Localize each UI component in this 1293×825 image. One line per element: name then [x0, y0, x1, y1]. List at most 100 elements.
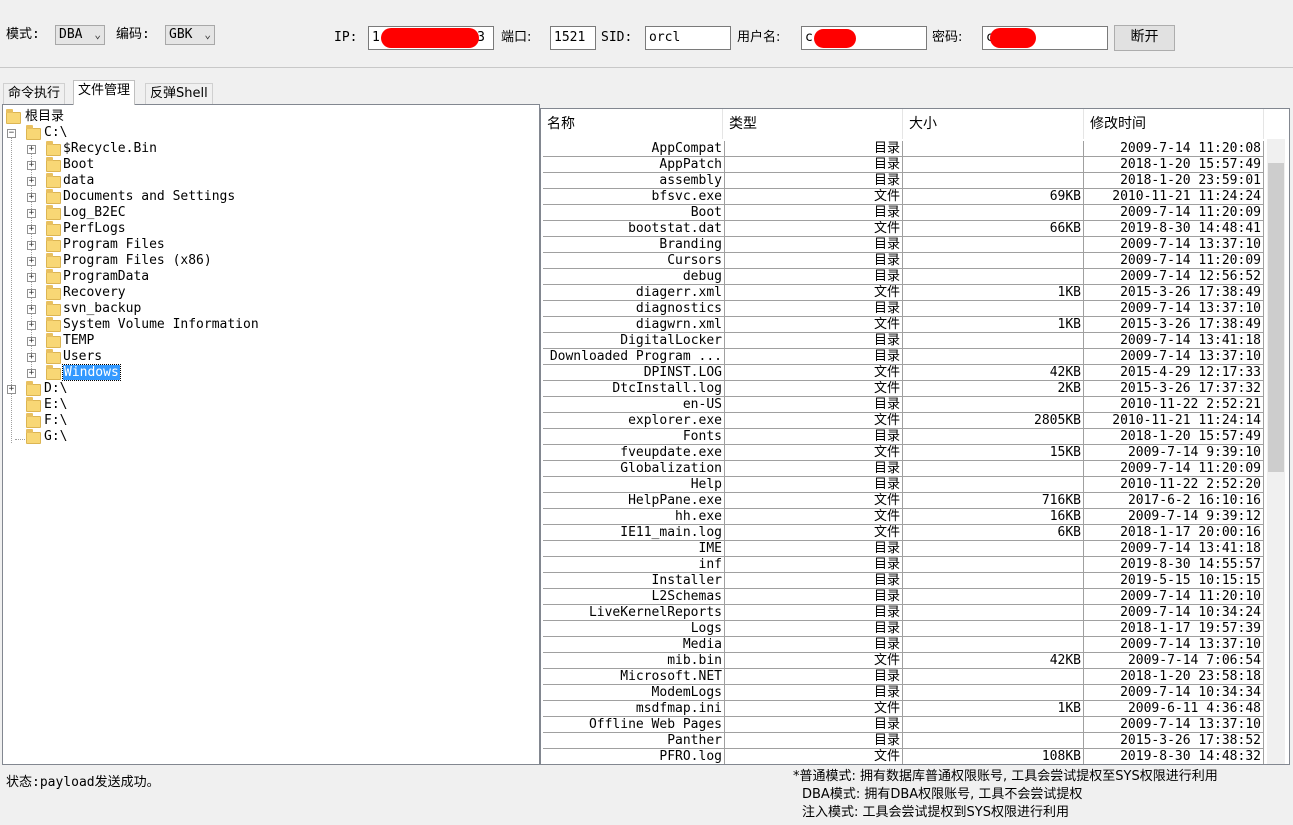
file-row[interactable]: en-US 目录 2010-11-22 2:52:21	[543, 397, 1264, 413]
expand-icon[interactable]: +	[27, 289, 36, 298]
vertical-scrollbar[interactable]	[1267, 139, 1285, 764]
file-modified-cell: 2009-7-14 11:20:09	[1084, 253, 1264, 269]
file-row[interactable]: bfsvc.exe 文件 69KB 2010-11-21 11:24:24	[543, 189, 1264, 205]
expand-icon[interactable]: +	[27, 321, 36, 330]
expand-icon[interactable]: +	[27, 337, 36, 346]
file-modified-cell: 2010-11-22 2:52:20	[1084, 477, 1264, 493]
file-row[interactable]: diagnostics 目录 2009-7-14 13:37:10	[543, 301, 1264, 317]
file-name-cell: Installer	[543, 573, 725, 589]
file-row[interactable]: AppCompat 目录 2009-7-14 11:20:08	[543, 141, 1264, 157]
file-row[interactable]: AppPatch 目录 2018-1-20 15:57:49	[543, 157, 1264, 173]
tab-command-exec[interactable]: 命令执行	[3, 83, 66, 104]
file-size-cell	[903, 621, 1084, 637]
file-type-cell: 目录	[725, 253, 903, 269]
file-row[interactable]: Help 目录 2010-11-22 2:52:20	[543, 477, 1264, 493]
port-input[interactable]: 1521	[550, 26, 596, 50]
file-row[interactable]: Microsoft.NET 目录 2018-1-20 23:58:18	[543, 669, 1264, 685]
password-input[interactable]: c	[982, 26, 1108, 50]
column-header-size[interactable]: 大小	[903, 109, 1084, 139]
file-row[interactable]: diagerr.xml 文件 1KB 2015-3-26 17:38:49	[543, 285, 1264, 301]
file-type-cell: 文件	[725, 749, 903, 764]
file-name-cell: L2Schemas	[543, 589, 725, 605]
file-type-cell: 目录	[725, 589, 903, 605]
file-row[interactable]: Globalization 目录 2009-7-14 11:20:09	[543, 461, 1264, 477]
expand-icon[interactable]: +	[27, 177, 36, 186]
tab-file-manager[interactable]: 文件管理	[73, 80, 136, 105]
tab-reverse-shell[interactable]: 反弹Shell	[145, 83, 213, 104]
expand-icon[interactable]: +	[27, 193, 36, 202]
expand-icon[interactable]: +	[27, 161, 36, 170]
file-row[interactable]: IE11_main.log 文件 6KB 2018-1-17 20:00:16	[543, 525, 1264, 541]
file-name-cell: Globalization	[543, 461, 725, 477]
expand-icon[interactable]: +	[7, 385, 16, 394]
file-row[interactable]: debug 目录 2009-7-14 12:56:52	[543, 269, 1264, 285]
file-row[interactable]: Downloaded Program ... 目录 2009-7-14 13:37:…	[543, 349, 1264, 365]
file-row[interactable]: L2Schemas 目录 2009-7-14 11:20:10	[543, 589, 1264, 605]
folder-icon	[46, 141, 61, 156]
expand-icon[interactable]: +	[27, 241, 36, 250]
ip-value-start: 1	[372, 30, 380, 45]
file-row[interactable]: DtcInstall.log 文件 2KB 2015-3-26 17:37:32	[543, 381, 1264, 397]
file-name-cell: Help	[543, 477, 725, 493]
chevron-down-icon: ⌄	[204, 28, 211, 41]
file-type-cell: 目录	[725, 205, 903, 221]
file-row[interactable]: Fonts 目录 2018-1-20 15:57:49	[543, 429, 1264, 445]
file-row[interactable]: Offline Web Pages 目录 2009-7-14 13:37:10	[543, 717, 1264, 733]
expand-icon[interactable]: +	[27, 273, 36, 282]
expand-icon[interactable]: +	[27, 257, 36, 266]
expand-icon[interactable]: +	[27, 225, 36, 234]
file-row[interactable]: hh.exe 文件 16KB 2009-7-14 9:39:12	[543, 509, 1264, 525]
file-row[interactable]: inf 目录 2019-8-30 14:55:57	[543, 557, 1264, 573]
disconnect-button[interactable]: 断开	[1114, 25, 1175, 51]
file-list[interactable]: 名称 类型 大小 修改时间 AppCompat 目录 2009-7-14 11:20…	[540, 108, 1290, 765]
file-row[interactable]: PFRO.log 文件 108KB 2019-8-30 14:48:32	[543, 749, 1264, 764]
file-row[interactable]: Installer 目录 2019-5-15 10:15:15	[543, 573, 1264, 589]
mode-select[interactable]: DBA ⌄	[55, 25, 105, 45]
file-row[interactable]: Panther 目录 2015-3-26 17:38:52	[543, 733, 1264, 749]
file-row[interactable]: DigitalLocker 目录 2009-7-14 13:41:18	[543, 333, 1264, 349]
encoding-select[interactable]: GBK ⌄	[165, 25, 215, 45]
ip-input[interactable]: 1 3	[368, 26, 494, 50]
file-row[interactable]: assembly 目录 2018-1-20 23:59:01	[543, 173, 1264, 189]
toolbar-separator	[0, 67, 1293, 68]
file-row[interactable]: Media 目录 2009-7-14 13:37:10	[543, 637, 1264, 653]
username-input[interactable]: c	[801, 26, 927, 50]
file-row[interactable]: IME 目录 2009-7-14 13:41:18	[543, 541, 1264, 557]
file-type-cell: 文件	[725, 317, 903, 333]
expand-icon[interactable]: +	[27, 353, 36, 362]
file-row[interactable]: Branding 目录 2009-7-14 13:37:10	[543, 237, 1264, 253]
file-row[interactable]: HelpPane.exe 文件 716KB 2017-6-2 16:10:16	[543, 493, 1264, 509]
directory-tree[interactable]: 根目录 − C:\ + $Recycle.Bin + Boot + data + Docume…	[2, 104, 540, 765]
file-row[interactable]: Cursors 目录 2009-7-14 11:20:09	[543, 253, 1264, 269]
expand-icon[interactable]: +	[27, 305, 36, 314]
column-header-type[interactable]: 类型	[723, 109, 903, 139]
file-row[interactable]: msdfmap.ini 文件 1KB 2009-6-11 4:36:48	[543, 701, 1264, 717]
file-row[interactable]: explorer.exe 文件 2805KB 2010-11-21 11:24:14	[543, 413, 1264, 429]
file-row[interactable]: Boot 目录 2009-7-14 11:20:09	[543, 205, 1264, 221]
file-size-cell	[903, 573, 1084, 589]
file-modified-cell: 2019-8-30 14:48:41	[1084, 221, 1264, 237]
file-row[interactable]: LiveKernelReports 目录 2009-7-14 10:34:24	[543, 605, 1264, 621]
file-row[interactable]: diagwrn.xml 文件 1KB 2015-3-26 17:38:49	[543, 317, 1264, 333]
scrollbar-thumb[interactable]	[1268, 163, 1284, 472]
file-row[interactable]: fveupdate.exe 文件 15KB 2009-7-14 9:39:10	[543, 445, 1264, 461]
sid-input[interactable]: orcl	[645, 26, 731, 50]
folder-icon	[46, 349, 61, 364]
column-header-name[interactable]: 名称	[541, 109, 723, 139]
file-type-cell: 文件	[725, 525, 903, 541]
expand-icon[interactable]: +	[27, 369, 36, 378]
file-row[interactable]: DPINST.LOG 文件 42KB 2015-4-29 12:17:33	[543, 365, 1264, 381]
file-name-cell: bfsvc.exe	[543, 189, 725, 205]
file-row[interactable]: mib.bin 文件 42KB 2009-7-14 7:06:54	[543, 653, 1264, 669]
collapse-icon[interactable]: −	[7, 129, 16, 138]
tree-node-label: Windows	[62, 364, 121, 381]
file-row[interactable]: bootstat.dat 文件 66KB 2019-8-30 14:48:41	[543, 221, 1264, 237]
file-size-cell	[903, 461, 1084, 477]
expand-icon[interactable]: +	[27, 145, 36, 154]
file-row[interactable]: Logs 目录 2018-1-17 19:57:39	[543, 621, 1264, 637]
column-header-modified[interactable]: 修改时间	[1084, 109, 1264, 139]
folder-icon	[46, 285, 61, 300]
file-size-cell: 15KB	[903, 445, 1084, 461]
expand-icon[interactable]: +	[27, 209, 36, 218]
file-row[interactable]: ModemLogs 目录 2009-7-14 10:34:34	[543, 685, 1264, 701]
